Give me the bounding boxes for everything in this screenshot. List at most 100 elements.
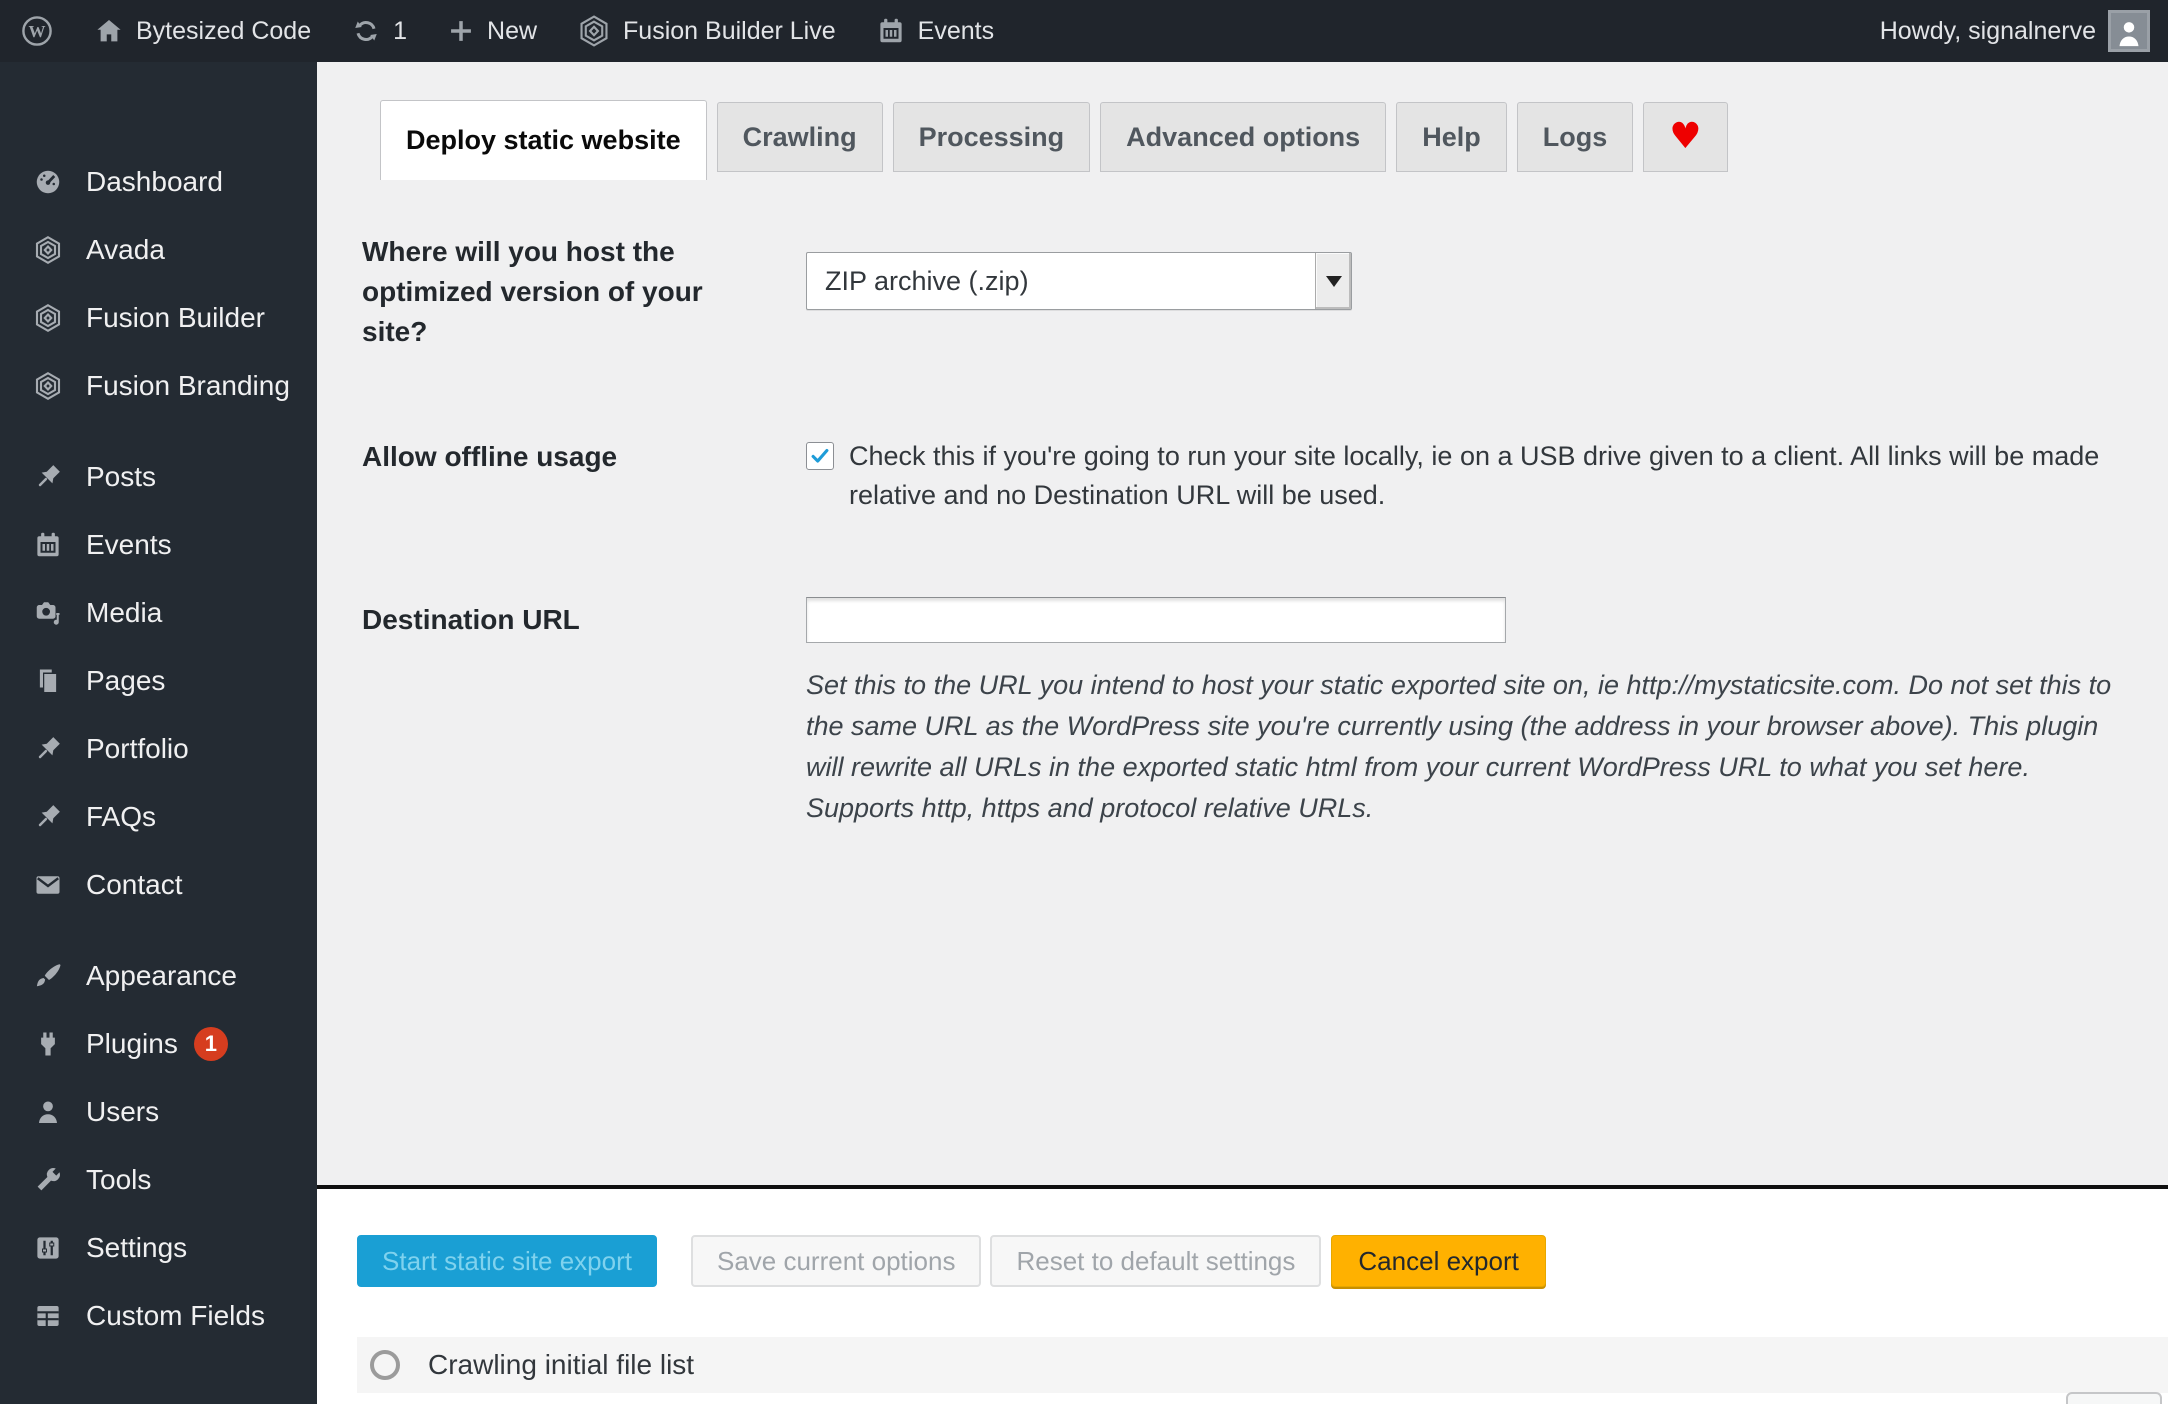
save-options-button[interactable]: Save current options [690,1235,982,1287]
new-content-link[interactable]: New [447,17,537,46]
destination-url-help: Set this to the URL you intend to host y… [806,670,2112,823]
host-target-select[interactable]: ZIP archive (.zip) [806,252,1352,310]
contact-icon [32,869,64,901]
offline-usage-description: Check this if you're going to run your s… [849,441,2100,510]
sidebar-item-tools[interactable]: Tools [0,1146,317,1214]
sidebar-item-label: Tools [86,1164,152,1195]
my-account-menu[interactable]: Howdy, signalnerve [1880,10,2150,52]
users-icon [32,1096,64,1128]
tab-deploy-static-website[interactable]: Deploy static website [380,100,707,180]
fusion-builder-live-link[interactable]: Fusion Builder Live [577,14,836,48]
tab-help[interactable]: Help [1396,102,1507,172]
cancel-export-button[interactable]: Cancel export [1331,1235,1546,1287]
avada-icon [32,234,64,266]
deploy-settings-form: Where will you host the optimized versio… [362,232,2168,829]
tab-crawling[interactable]: Crawling [716,102,883,172]
destination-url-input[interactable] [806,597,1506,643]
pages-icon [32,665,64,697]
home-icon [94,16,124,46]
howdy-text: Howdy, signalnerve [1879,16,2096,45]
sidebar-item-label: Contact [86,869,183,900]
admin-bar: W Bytesized Code 1 New Fusion Builder Li… [0,0,2168,62]
events-icon [32,529,64,561]
tab-processing[interactable]: Processing [892,102,1091,172]
updates-link[interactable]: 1 [351,16,407,46]
tab-advanced-options[interactable]: Advanced options [1100,102,1387,172]
sidebar-item-appearance[interactable]: Appearance [0,942,317,1010]
host-target-selected-value: ZIP archive (.zip) [825,265,1029,296]
start-export-button[interactable]: Start static site export [357,1235,657,1287]
sidebar-item-label: Fusion Builder [86,302,265,333]
tab-heart[interactable]: ♥ [1643,102,1728,172]
sidebar-item-contact[interactable]: Contact [0,851,317,919]
sidebar-separator [0,420,317,443]
avatar [2108,10,2150,52]
chevron-down-icon [1325,275,1342,287]
update-icon [351,16,381,46]
faqs-icon [32,801,64,833]
sidebar-item-custom-fields[interactable]: Custom Fields [0,1282,317,1350]
offline-usage-row: Allow offline usage Check this if you're… [362,437,2168,515]
offline-usage-checkbox[interactable] [806,442,834,470]
host-target-label: Where will you host the optimized versio… [362,236,703,347]
host-target-row: Where will you host the optimized versio… [362,232,2168,352]
admin-sidebar: Dashboard Avada Fusion Builder Fusion Br… [0,62,317,1404]
posts-icon [32,461,64,493]
sidebar-item-label: Appearance [86,960,238,991]
status-text: Crawling initial file list [428,1349,695,1380]
sidebar-item-label: Plugins [86,1028,178,1059]
select-dropdown-button[interactable] [1315,253,1351,309]
wordpress-menu[interactable]: W [20,14,54,48]
custom-fields-icon [32,1300,64,1332]
export-status-row: Crawling initial file list [357,1337,2168,1393]
events-toolbar-link[interactable]: Events [876,16,994,46]
sidebar-item-plugins[interactable]: Plugins 1 [0,1010,317,1078]
sidebar-item-label: Media [86,597,163,628]
builder-label: Fusion Builder Live [623,16,836,45]
calendar-icon [876,16,906,46]
sidebar-item-label: Custom Fields [86,1300,265,1331]
sidebar-item-label: Settings [86,1232,188,1263]
updates-count: 1 [393,16,408,45]
site-name-link[interactable]: Bytesized Code [94,16,311,46]
sidebar-item-fusion-builder[interactable]: Fusion Builder [0,284,317,352]
plugins-update-badge: 1 [193,1027,228,1061]
sidebar-item-pages[interactable]: Pages [0,647,317,715]
sidebar-item-media[interactable]: Media [0,579,317,647]
sidebar-separator [0,1373,317,1396]
sidebar-item-portfolio[interactable]: Portfolio [0,715,317,783]
sidebar-item-label: Fusion Branding [86,370,290,401]
sidebar-item-users[interactable]: Users [0,1078,317,1146]
sidebar-item-label: Dashboard [86,166,223,197]
sidebar-item-avada[interactable]: Avada [0,216,317,284]
fusion-hexagon-icon [577,14,611,48]
destination-url-row: Destination URL Set this to the URL you … [362,597,2168,829]
sidebar-item-layerslider[interactable]: LayerSlider WP [0,1396,317,1404]
reset-defaults-button[interactable]: Reset to default settings [990,1235,1322,1287]
fusion-branding-icon [32,370,64,402]
sidebar-item-posts[interactable]: Posts [0,443,317,511]
destination-url-label: Destination URL [362,604,580,635]
wordpress-logo-icon: W [20,14,54,48]
sidebar-item-label: Posts [86,461,157,492]
action-buttons-row: Start static site export Save current op… [357,1235,2168,1287]
sidebar-item-faqs[interactable]: FAQs [0,783,317,851]
media-icon [32,597,64,629]
sidebar-separator [0,1350,317,1373]
sidebar-item-label: Events [86,529,172,560]
heart-icon: ♥ [1669,116,1702,157]
actions-section: Start static site export Save current op… [317,1185,2168,1404]
events-label: Events [917,16,995,45]
partial-hidden-button[interactable] [2066,1392,2162,1404]
sidebar-item-events[interactable]: Events [0,511,317,579]
sidebar-item-label: Portfolio [86,733,189,764]
sidebar-item-dashboard[interactable]: Dashboard [0,148,317,216]
portfolio-icon [32,733,64,765]
tab-logs[interactable]: Logs [1516,102,1634,172]
appearance-icon [32,960,64,992]
offline-usage-label: Allow offline usage [362,441,618,472]
fusion-builder-icon [32,302,64,334]
sidebar-item-fusion-branding[interactable]: Fusion Branding [0,352,317,420]
settings-icon [32,1232,64,1264]
sidebar-item-settings[interactable]: Settings [0,1214,317,1282]
